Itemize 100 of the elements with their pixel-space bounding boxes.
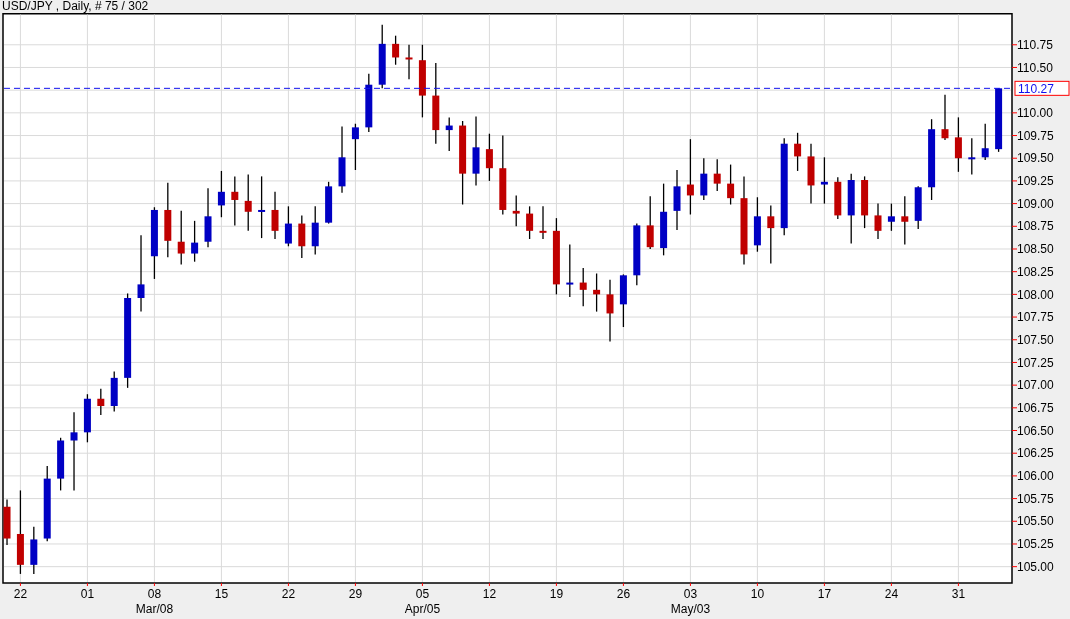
candlestick — [512, 194, 520, 227]
candlestick — [847, 173, 855, 245]
axis-label: 105.25 — [1017, 537, 1054, 552]
chart-title: USD/JPY , Daily, # 75 / 302 — [2, 0, 149, 13]
candlestick — [365, 73, 373, 133]
candlestick — [351, 123, 359, 171]
candlestick — [995, 87, 1003, 153]
axis-label: 24 — [884, 587, 899, 602]
axis-label: 110.00 — [1017, 106, 1053, 120]
candlestick — [258, 175, 266, 239]
axis-label: May/03 — [670, 602, 711, 617]
axis-label: 31 — [951, 587, 966, 602]
candlestick — [97, 388, 105, 416]
axis-label: 01 — [80, 587, 95, 602]
candlestick — [794, 132, 802, 172]
candlestick — [767, 204, 775, 265]
candlestick — [325, 181, 333, 225]
candlestick — [713, 158, 721, 192]
candlestick — [271, 191, 279, 240]
axis-label: 110.75 — [1017, 37, 1053, 52]
axis-label: 22 — [13, 587, 28, 602]
candlestick — [231, 175, 239, 227]
axis-label: 109.50 — [1017, 151, 1054, 166]
candlestick — [887, 202, 895, 232]
candlestick — [619, 273, 627, 328]
axis-label: 105.00 — [1017, 559, 1054, 574]
axis-label: 03 — [683, 587, 698, 602]
candlestick — [392, 35, 400, 66]
axis-label: 15 — [214, 587, 229, 602]
candlestick — [633, 222, 641, 286]
axis-label: 29 — [348, 587, 363, 602]
candlestick — [606, 279, 614, 343]
candlestick — [298, 214, 306, 259]
ref-line-label: 110.27 — [1018, 81, 1055, 96]
axis-label: 109.00 — [1017, 196, 1054, 211]
candlestick — [807, 143, 815, 205]
candlestick — [30, 526, 38, 575]
candlestick — [191, 220, 199, 263]
axis-label: 108.75 — [1017, 219, 1054, 234]
price-label: 110.27 — [1014, 80, 1070, 96]
candlestick — [593, 272, 601, 313]
candlestick — [700, 157, 708, 201]
axis-label: 05 — [415, 587, 430, 602]
candlestick — [673, 169, 681, 231]
axis-label: 08 — [147, 587, 162, 602]
candlestick — [405, 44, 413, 80]
candlestick — [981, 123, 989, 161]
axis-label: 109.75 — [1017, 128, 1054, 143]
axis-label: 108.25 — [1017, 264, 1054, 279]
axis-label: 107.50 — [1017, 332, 1054, 347]
candlestick — [204, 187, 212, 248]
candlestick — [861, 175, 869, 229]
axis-label: 106.50 — [1017, 423, 1054, 438]
candlestick — [445, 116, 453, 152]
axis-label: 108.50 — [1017, 242, 1054, 257]
candlestick — [820, 156, 828, 205]
candlestick — [968, 137, 976, 176]
candlestick — [472, 115, 480, 187]
candlestick — [244, 173, 252, 232]
axis-label: 105.50 — [1017, 514, 1054, 529]
axis-label: 106.25 — [1017, 446, 1054, 461]
candlestick — [338, 125, 346, 194]
candlestick — [110, 370, 118, 413]
axis-label: 19 — [549, 587, 564, 602]
candlestick — [941, 94, 949, 141]
candlestick — [526, 205, 534, 240]
axis-label: 110.50 — [1017, 60, 1053, 75]
candlestick — [3, 498, 11, 546]
candlestick — [217, 170, 225, 218]
axis-label: 108.00 — [1017, 287, 1054, 302]
candlestick — [539, 205, 547, 240]
candlestick — [646, 195, 654, 250]
candlestick — [874, 202, 882, 240]
axis-label: 22 — [281, 587, 296, 602]
axis-label: 109.25 — [1017, 174, 1054, 189]
candlestick — [901, 195, 909, 246]
candlestick — [579, 267, 587, 307]
candlestick — [378, 24, 386, 89]
candlestick — [177, 210, 185, 266]
candlestick — [727, 163, 735, 206]
candlestick — [914, 185, 922, 230]
axis-label: 26 — [616, 587, 631, 602]
axis-label: Apr/05 — [404, 602, 441, 617]
candlestick — [57, 437, 65, 492]
axis-label: 107.00 — [1017, 378, 1054, 393]
axis-label: 12 — [482, 587, 497, 602]
axis-label: 17 — [817, 587, 832, 602]
candlestick — [311, 205, 319, 256]
candlestick — [83, 393, 91, 443]
candlestick — [834, 176, 842, 220]
axis-label: 10 — [750, 587, 765, 602]
axis-label: 106.00 — [1017, 469, 1054, 484]
candlestick — [284, 205, 292, 247]
candlestick — [954, 116, 962, 173]
candlestick — [753, 196, 761, 253]
candlestick — [485, 133, 493, 182]
candlestick — [566, 243, 574, 298]
axis-label: 107.75 — [1017, 310, 1054, 325]
axis-label: 107.25 — [1017, 355, 1054, 370]
axis-label: Mar/08 — [135, 602, 174, 617]
